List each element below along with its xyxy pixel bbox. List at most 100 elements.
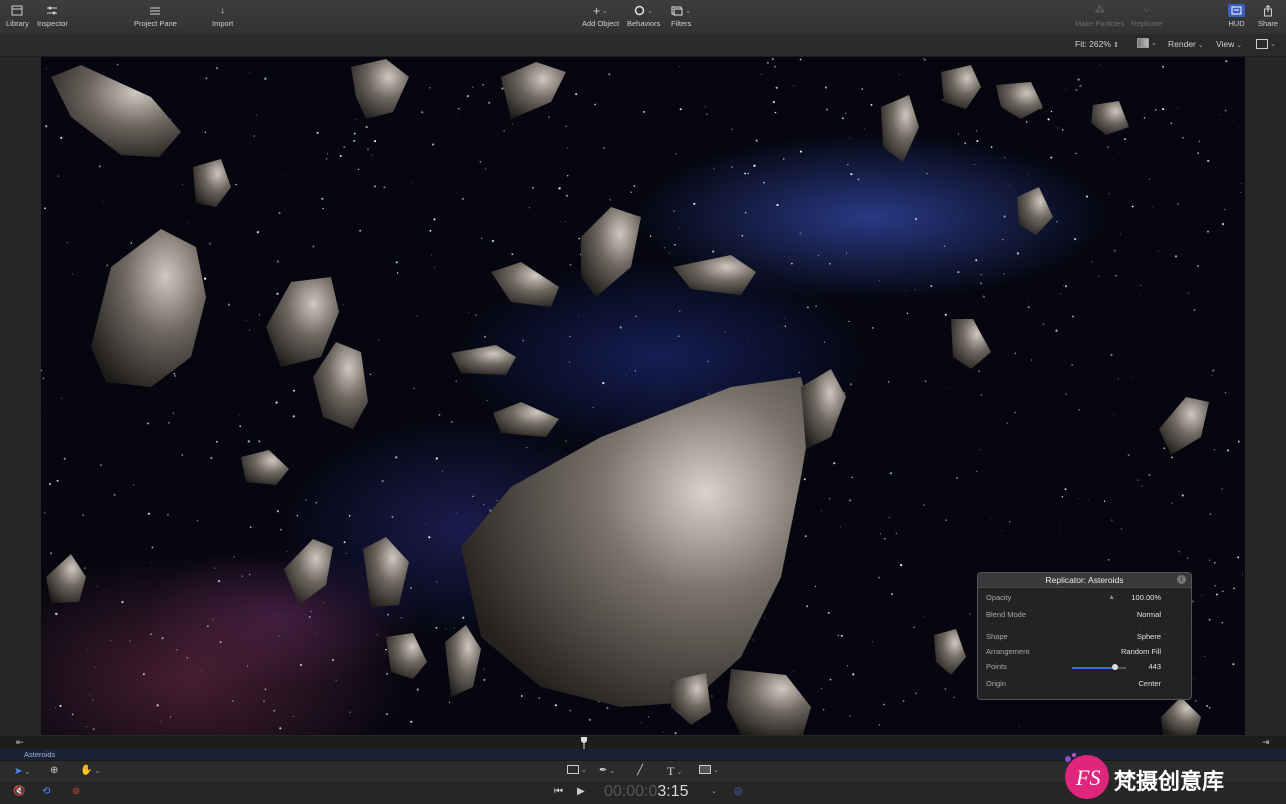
replicator-hud[interactable]: Replicator: Asteroids i Opacity ▲ 100.00… <box>977 572 1192 700</box>
asteroid-medium <box>91 229 206 387</box>
inspector-button[interactable]: Inspector <box>37 4 68 28</box>
library-label: Library <box>6 19 29 28</box>
chevron-down-icon: ⌄ <box>713 766 719 774</box>
shape-select[interactable]: Sphere <box>1137 632 1161 641</box>
asteroid-small <box>951 319 991 369</box>
points-value[interactable]: 443 <box>1148 662 1161 671</box>
arrangement-row: Arrangement Random Fill <box>986 647 1183 659</box>
fit-zoom-menu[interactable]: Fit: 262% ⇕ <box>1075 39 1119 49</box>
channels-menu[interactable]: ⌄ <box>1137 37 1157 48</box>
behaviors-label: Behaviors <box>627 19 661 28</box>
import-button[interactable]: ↓ Import <box>212 4 233 28</box>
arrangement-select[interactable]: Random Fill <box>1121 647 1161 656</box>
main-toolbar: Library Inspector Project Pane ↓ Import … <box>0 0 1286 35</box>
project-pane-button[interactable]: Project Pane <box>134 4 177 28</box>
chevron-down-icon: ⌄ <box>24 768 31 776</box>
keyframe-recording-button[interactable]: ◎ <box>734 786 743 797</box>
text-tool[interactable]: T ⌄ <box>667 764 682 779</box>
render-menu[interactable]: Render ⌄ <box>1168 39 1204 49</box>
view-layout-menu[interactable]: ⌄ <box>1256 38 1276 49</box>
origin-row: Origin Center <box>986 679 1183 691</box>
playhead-icon[interactable] <box>581 736 587 749</box>
asteroid-small <box>363 537 409 607</box>
out-point-icon[interactable]: ⇥ <box>1262 737 1270 748</box>
blend-mode-row: Blend Mode Normal <box>986 610 1183 622</box>
replicate-button[interactable]: ⁘ Replicate <box>1131 4 1162 28</box>
loop-icon: ⟲ <box>42 786 51 797</box>
opacity-label: Opacity <box>986 593 1012 602</box>
arrow-pointer-icon: ➤ <box>14 766 23 777</box>
blend-mode-select[interactable]: Normal <box>1137 610 1161 619</box>
share-icon <box>1264 4 1272 16</box>
timecode-current: 3:15 <box>657 783 689 800</box>
origin-select[interactable]: Center <box>1138 679 1161 688</box>
asteroid-small <box>501 62 566 119</box>
filters-button[interactable]: ⌄ Filters <box>671 4 691 28</box>
bezier-tool[interactable]: ✒ ⌄ <box>599 765 615 776</box>
chevron-down-icon: ⌄ <box>602 7 608 15</box>
color-channels-icon <box>1137 37 1149 48</box>
asteroid-small <box>284 539 333 605</box>
view-layout-icon <box>1256 38 1268 49</box>
asteroid-small <box>1091 101 1129 135</box>
inspector-label: Inspector <box>37 19 68 28</box>
triangle-icon: ▲ <box>1108 594 1115 601</box>
behaviors-button[interactable]: ⌄ Behaviors <box>627 4 660 28</box>
mini-timeline-ruler[interactable]: ⇤ ⇥ <box>0 736 1286 749</box>
add-object-label: Add Object <box>582 19 620 28</box>
share-label: Share <box>1258 19 1279 28</box>
go-to-start-button[interactable]: ⏮ <box>554 786 563 797</box>
info-icon[interactable]: i <box>1177 575 1186 584</box>
asteroid-small <box>445 625 481 697</box>
in-point-icon[interactable]: ⇤ <box>16 737 24 748</box>
asteroid-small <box>351 59 409 119</box>
timecode-display[interactable]: 00:00:0 3:15 <box>604 783 689 801</box>
chevron-down-icon: ⌄ <box>711 788 717 795</box>
points-slider[interactable] <box>1072 664 1126 670</box>
shape-tool[interactable]: ⌄ <box>567 765 587 774</box>
timecode-format-menu[interactable]: ⌄ <box>709 787 717 795</box>
paint-stroke-tool[interactable]: ╱ <box>637 765 643 776</box>
points-row: Points 443 <box>986 662 1183 674</box>
asteroid-small <box>493 402 559 437</box>
audio-mute-button[interactable]: 🔇 <box>13 786 25 797</box>
asteroid-small <box>581 207 641 297</box>
speaker-muted-icon: 🔇 <box>13 786 26 797</box>
library-button[interactable]: Library <box>6 4 29 28</box>
loop-button[interactable]: ⟲ <box>42 786 50 797</box>
share-button[interactable]: Share <box>1258 4 1278 28</box>
watermark-logo: FS 梵摄创意库 <box>1062 752 1282 802</box>
particles-icon: ⁂ <box>1094 5 1105 16</box>
chevron-down-icon: ⌄ <box>1270 41 1276 48</box>
library-icon <box>11 5 23 16</box>
hud-button[interactable]: HUD <box>1228 4 1245 28</box>
render-label: Render <box>1168 39 1196 49</box>
points-slider-fill <box>1072 667 1116 669</box>
select-tool[interactable]: ➤ ⌄ <box>14 766 30 777</box>
make-particles-button[interactable]: ⁂ Make Particles <box>1075 4 1124 28</box>
stepper-icon: ⇕ <box>1113 42 1120 49</box>
points-label: Points <box>986 662 1007 671</box>
asteroid-small <box>386 633 427 679</box>
asteroid-small <box>241 450 289 485</box>
chevron-down-icon: ⌄ <box>1236 42 1243 49</box>
mask-tool[interactable]: ⌄ <box>699 765 719 774</box>
mask-icon <box>699 765 711 774</box>
add-object-button[interactable]: + ⌄ Add Object <box>582 4 620 29</box>
pan-tool[interactable]: ✋ ⌄ <box>80 765 100 776</box>
import-icon: ↓ <box>220 5 226 16</box>
hud-title: Replicator: Asteroids <box>978 573 1191 588</box>
camera-tool[interactable]: ⊕ <box>50 765 58 776</box>
filters-label: Filters <box>671 19 692 28</box>
opacity-value[interactable]: 100.00% <box>1131 593 1161 602</box>
asteroid-small <box>941 65 981 109</box>
points-slider-knob[interactable] <box>1112 664 1119 670</box>
pen-icon: ✒ <box>599 765 608 776</box>
track-label: Asteroids <box>24 750 56 759</box>
viewer-canvas[interactable]: Replicator: Asteroids i Opacity ▲ 100.00… <box>41 57 1245 735</box>
play-button[interactable]: ▶ <box>577 786 585 797</box>
inspector-icon <box>47 6 58 15</box>
view-menu[interactable]: View ⌄ <box>1216 39 1242 49</box>
record-button[interactable]: ⊚ <box>72 786 80 797</box>
chevron-down-icon: ⌄ <box>685 7 692 15</box>
